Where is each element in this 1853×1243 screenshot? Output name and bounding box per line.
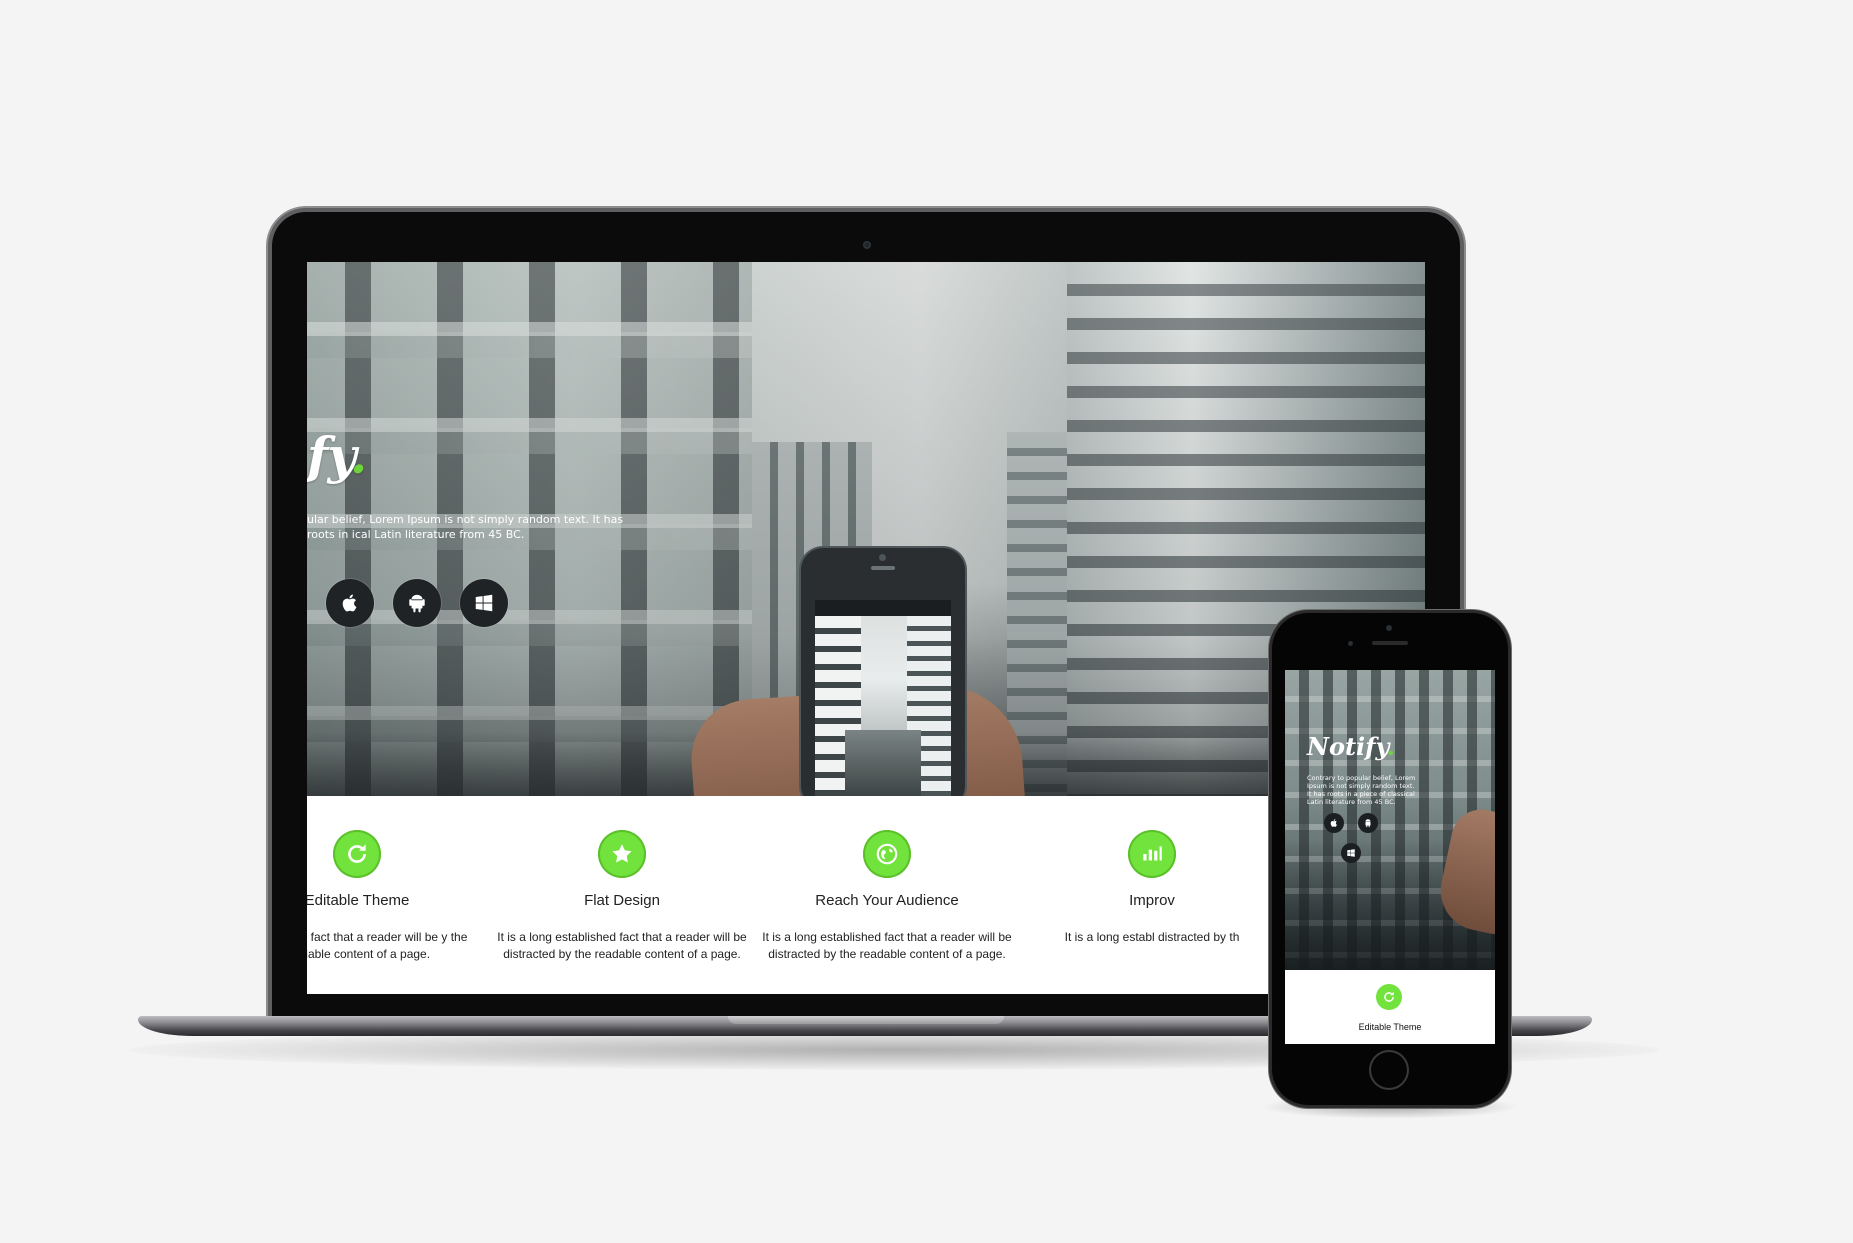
laptop-notch	[728, 1016, 1004, 1024]
feature-card: Improv It is a long establ distracted by…	[1002, 796, 1302, 994]
feature-icon	[863, 830, 911, 878]
phone-speaker	[1372, 641, 1408, 645]
feature-icon	[1128, 830, 1176, 878]
feature-card: Reach Your Audience It is a long establi…	[737, 796, 1037, 994]
feature-title: Reach Your Audience	[815, 892, 959, 909]
refresh-icon	[1384, 991, 1394, 1002]
phone-home-button[interactable]	[1371, 1052, 1407, 1088]
laptop-screen: ify. ular belief, Lorem Ipsum is not sim…	[307, 262, 1425, 994]
apple-icon	[1330, 819, 1337, 827]
feature-card: Flat Design It is a long established fac…	[472, 796, 772, 994]
android-icon	[409, 594, 425, 613]
feature-description: established fact that a reader will be y…	[307, 930, 468, 961]
windows-icon	[1347, 849, 1355, 857]
windows-icon	[475, 594, 493, 612]
feature-description: It is a long establ distracted by th	[1064, 930, 1240, 944]
globe-icon	[876, 843, 898, 865]
feature-description: It is a long established fact that a rea…	[762, 930, 1012, 961]
phone-hero-section: Notify. Contrary to popular belief, Lore…	[1285, 670, 1495, 970]
feature-icon	[598, 830, 646, 878]
phone-apple-store-button[interactable]	[1324, 813, 1344, 833]
phone-sensor	[1348, 641, 1353, 646]
device-mockup: ify. ular belief, Lorem Ipsum is not sim…	[0, 0, 1853, 1243]
phone-feature-title: Editable Theme	[1358, 1022, 1422, 1032]
android-store-button[interactable]	[393, 579, 441, 627]
hero-description: ular belief, Lorem Ipsum is not simply r…	[307, 513, 624, 541]
chart-icon	[1143, 846, 1162, 861]
phone-brand-logo[interactable]: Notify.	[1307, 732, 1395, 761]
feature-description: It is a long established fact that a rea…	[497, 930, 747, 961]
apple-store-button[interactable]	[326, 579, 374, 627]
phone-windows-store-button[interactable]	[1341, 843, 1361, 863]
brand-dot: .	[349, 426, 367, 485]
brand-name: ify	[307, 426, 351, 485]
refresh-icon	[348, 844, 366, 863]
phone-camera	[1386, 625, 1392, 631]
feature-title: Improv	[1129, 892, 1175, 909]
held-phone-image	[801, 548, 965, 796]
phone-screen: Notify. Contrary to popular belief, Lore…	[1285, 670, 1495, 1044]
features-section: Editable Theme established fact that a r…	[307, 796, 1425, 994]
phone-android-store-button[interactable]	[1358, 813, 1378, 833]
phone: Notify. Contrary to popular belief, Lore…	[1272, 613, 1508, 1105]
feature-title: Flat Design	[584, 892, 660, 909]
phone-feature-icon	[1376, 984, 1402, 1010]
android-icon	[1365, 819, 1371, 828]
feature-icon	[333, 830, 381, 878]
phone-brand-name: Notify	[1307, 732, 1387, 761]
star-icon	[612, 844, 632, 863]
hero-section: ify. ular belief, Lorem Ipsum is not sim…	[307, 262, 1425, 796]
phone-feature-card: Editable Theme	[1285, 970, 1495, 1044]
apple-icon	[342, 594, 357, 612]
laptop-camera	[863, 241, 871, 249]
phone-brand-dot: .	[1386, 732, 1396, 761]
phone-hero-description: Contrary to popular belief, Lorem Ipsum …	[1307, 774, 1416, 806]
brand-logo[interactable]: ify.	[307, 426, 367, 485]
windows-store-button[interactable]	[460, 579, 508, 627]
